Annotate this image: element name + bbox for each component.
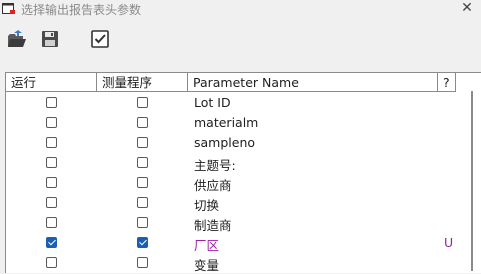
table-row[interactable]: 制造商 xyxy=(6,213,466,233)
parameter-name: sampleno xyxy=(194,135,256,150)
close-button[interactable]: ✕ xyxy=(457,0,477,17)
measure-checkbox[interactable] xyxy=(137,157,148,168)
measure-checkbox[interactable] xyxy=(137,97,148,108)
run-checkbox[interactable] xyxy=(46,97,57,108)
run-checkbox[interactable] xyxy=(46,117,57,128)
parameter-name: 主题号: xyxy=(194,158,236,173)
measure-checkbox[interactable] xyxy=(137,197,148,208)
open-folder-icon xyxy=(8,30,26,47)
column-header-question[interactable]: ? xyxy=(438,73,456,92)
check-all-button[interactable] xyxy=(89,26,113,52)
table-row[interactable]: sampleno xyxy=(6,133,466,153)
parameter-name: 供应商 xyxy=(194,178,232,193)
table-row[interactable]: 厂区 U xyxy=(6,233,466,253)
scrollbar-thumb[interactable] xyxy=(471,91,473,271)
save-button[interactable] xyxy=(40,26,64,52)
save-icon xyxy=(42,31,58,47)
parameter-name: 变量 xyxy=(194,258,220,273)
run-checkbox[interactable] xyxy=(46,217,57,228)
row-flag: U xyxy=(444,235,454,250)
toolbar xyxy=(0,26,481,56)
run-checkbox[interactable] xyxy=(46,177,57,188)
parameter-name: 厂区 xyxy=(194,238,220,253)
parameter-name: materialm xyxy=(194,115,259,130)
run-checkbox[interactable] xyxy=(46,237,57,248)
run-checkbox[interactable] xyxy=(46,157,57,168)
measure-checkbox[interactable] xyxy=(137,237,148,248)
measure-checkbox[interactable] xyxy=(137,217,148,228)
measure-checkbox[interactable] xyxy=(137,137,148,148)
column-header-parameter-name[interactable]: Parameter Name xyxy=(188,73,438,92)
column-header-measure-program[interactable]: 测量程序 xyxy=(97,73,188,92)
column-header-run[interactable]: 运行 xyxy=(6,73,97,92)
table-row[interactable]: Lot ID xyxy=(6,93,466,113)
parameter-name: Lot ID xyxy=(194,95,231,110)
parameter-name: 制造商 xyxy=(194,218,232,233)
grid-header: 运行 测量程序 Parameter Name ? xyxy=(6,73,476,93)
measure-checkbox[interactable] xyxy=(137,117,148,128)
measure-checkbox[interactable] xyxy=(137,177,148,188)
window-title: 选择输出报告表头参数 xyxy=(21,3,142,17)
vertical-scrollbar[interactable] xyxy=(469,91,475,273)
open-button[interactable] xyxy=(6,26,30,52)
table-row[interactable]: materialm xyxy=(6,113,466,133)
run-checkbox[interactable] xyxy=(46,257,57,268)
parameter-name: 切换 xyxy=(194,198,220,213)
app-window-icon xyxy=(2,3,15,14)
table-row[interactable]: 切换 xyxy=(6,193,466,213)
check-all-icon xyxy=(91,30,109,48)
table-row[interactable]: 供应商 xyxy=(6,173,466,193)
table-row[interactable]: 主题号: xyxy=(6,153,466,173)
measure-checkbox[interactable] xyxy=(137,257,148,268)
run-checkbox[interactable] xyxy=(46,137,57,148)
run-checkbox[interactable] xyxy=(46,197,57,208)
table-row[interactable]: 变量 xyxy=(6,253,466,273)
title-bar: 选择输出报告表头参数 ✕ xyxy=(0,0,481,20)
parameter-grid: 运行 测量程序 Parameter Name ? Lot ID material… xyxy=(5,72,481,273)
